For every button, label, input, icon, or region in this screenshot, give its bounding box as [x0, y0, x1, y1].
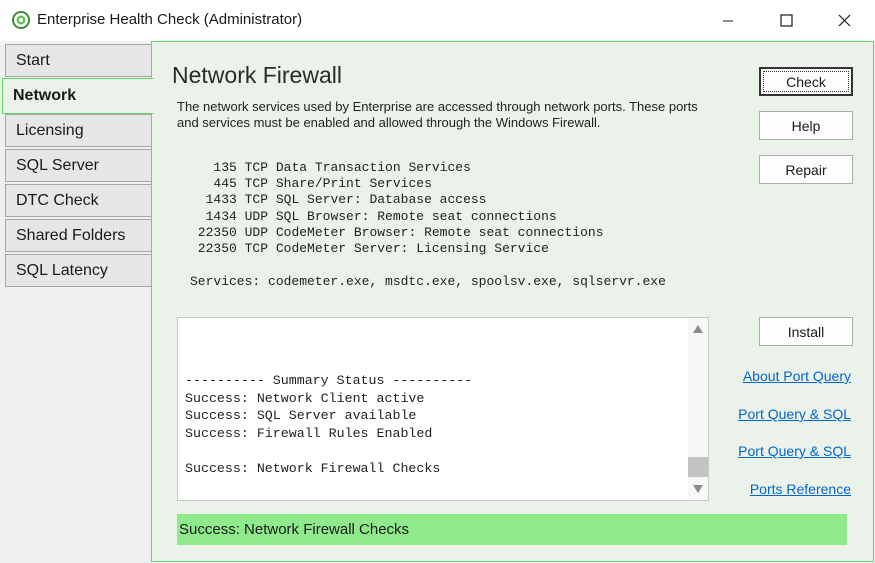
scroll-up-arrow-icon[interactable]	[693, 325, 703, 333]
tab-licensing[interactable]: Licensing	[5, 114, 152, 147]
port-number: 22350	[190, 224, 237, 240]
tab-label: Start	[16, 51, 50, 69]
port-list: 135 TCP Data Transaction Services 445 TC…	[190, 160, 604, 257]
tab-start[interactable]: Start	[5, 44, 152, 77]
port-row: 1434 UDP SQL Browser: Remote seat connec…	[190, 209, 604, 225]
window-title: Enterprise Health Check (Administrator)	[37, 11, 303, 28]
port-query-sql-link-2[interactable]: Port Query & SQL	[738, 443, 851, 459]
port-service: Share/Print Services	[275, 176, 432, 192]
port-row: 22350 UDP CodeMeter Browser: Remote seat…	[190, 225, 604, 241]
log-line: ---------- Summary Status ----------	[185, 373, 473, 388]
port-number: 445	[190, 176, 237, 192]
tab-sql-latency[interactable]: SQL Latency	[5, 254, 152, 287]
port-service: SQL Server: Database access	[275, 192, 487, 208]
services-line: Services: codemeter.exe, msdtc.exe, spoo…	[190, 274, 666, 289]
port-protocol: TCP	[244, 192, 269, 208]
port-row: 22350 TCP CodeMeter Server: Licensing Se…	[190, 241, 604, 257]
port-number: 135	[190, 160, 237, 175]
close-button[interactable]	[815, 0, 873, 41]
port-number: 1434	[190, 208, 237, 224]
install-button[interactable]: Install	[759, 317, 853, 346]
port-number: 1433	[190, 192, 237, 208]
log-line: Success: Firewall Rules Enabled	[185, 425, 433, 441]
log-line: Success: Network Client active	[185, 390, 425, 406]
tab-label: SQL Latency	[16, 261, 108, 279]
port-row: 135 TCP Data Transaction Services	[190, 160, 604, 176]
port-service: Data Transaction Services	[275, 160, 471, 175]
repair-button[interactable]: Repair	[759, 155, 853, 184]
port-protocol: TCP	[244, 160, 269, 175]
tab-label: Network	[13, 87, 77, 104]
port-service: CodeMeter Server: Licensing Service	[275, 241, 549, 257]
log-line: Success: Network Firewall Checks	[185, 460, 441, 476]
port-row: 445 TCP Share/Print Services	[190, 176, 604, 192]
port-service: SQL Browser: Remote seat connections	[275, 208, 557, 224]
minimize-icon	[723, 20, 733, 21]
tab-sql-server[interactable]: SQL Server	[5, 149, 152, 182]
minimize-button[interactable]	[699, 0, 757, 41]
scroll-thumb[interactable]	[688, 457, 708, 477]
ports-reference-link[interactable]: Ports Reference	[750, 481, 851, 497]
port-row: 1433 TCP SQL Server: Database access	[190, 192, 604, 208]
port-service: CodeMeter Browser: Remote seat connectio…	[275, 224, 604, 240]
tab-label: Licensing	[16, 121, 84, 139]
panel-description: The network services used by Enterprise …	[177, 99, 698, 130]
port-protocol: TCP	[244, 241, 269, 257]
port-protocol: UDP	[244, 208, 269, 224]
health-check-app-icon	[12, 11, 30, 29]
tab-label: SQL Server	[16, 156, 99, 174]
tab-label: Shared Folders	[16, 226, 126, 244]
port-query-sql-link-1[interactable]: Port Query & SQL	[738, 406, 851, 422]
status-bar: Success: Network Firewall Checks	[177, 514, 847, 545]
about-port-query-link[interactable]: About Port Query	[743, 368, 851, 384]
port-protocol: TCP	[244, 176, 269, 192]
tab-network[interactable]: Network	[2, 78, 154, 114]
check-button[interactable]: Check	[759, 67, 853, 96]
maximize-icon	[779, 14, 793, 27]
network-firewall-panel: Network Firewall The network services us…	[151, 41, 874, 562]
tab-dtc-check[interactable]: DTC Check	[5, 184, 152, 217]
title-bar: Enterprise Health Check (Administrator)	[0, 0, 875, 41]
close-icon	[838, 14, 850, 27]
page-title: Network Firewall	[172, 62, 342, 88]
tab-label: DTC Check	[16, 191, 99, 209]
scroll-down-arrow-icon[interactable]	[693, 485, 703, 493]
log-text: ---------- Summary Status ---------- Succ…	[185, 372, 472, 478]
help-button[interactable]: Help	[759, 111, 853, 140]
log-output[interactable]: ---------- Summary Status ---------- Succ…	[177, 317, 709, 501]
log-line: Success: SQL Server available	[185, 408, 417, 424]
tab-shared-folders[interactable]: Shared Folders	[5, 219, 152, 252]
port-number: 22350	[190, 241, 237, 257]
maximize-button[interactable]	[757, 0, 815, 41]
port-protocol: UDP	[244, 224, 269, 240]
log-scrollbar[interactable]	[688, 318, 708, 500]
